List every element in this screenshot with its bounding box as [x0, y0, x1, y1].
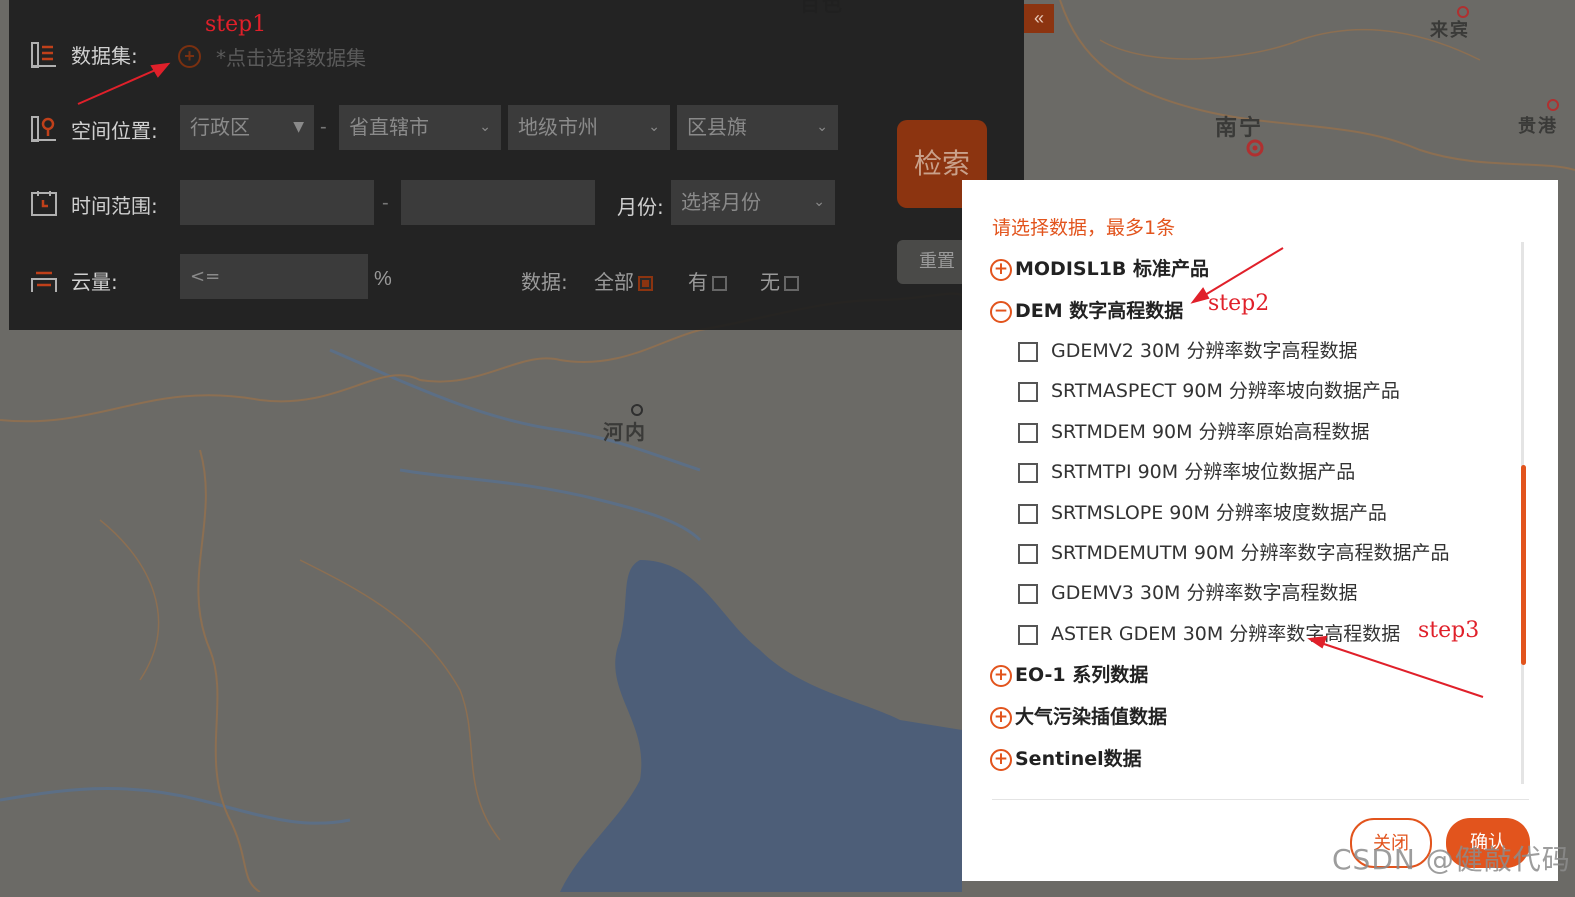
step3-arrowhead — [1307, 635, 1328, 649]
watermark: CSDN @健敲代码 — [1332, 843, 1571, 876]
step1-arrowhead — [150, 62, 171, 78]
step3-annotation: step3 — [1418, 618, 1480, 643]
step2-arrowhead — [1190, 287, 1210, 304]
step2-annotation: step2 — [1208, 291, 1270, 316]
step1-annotation: step1 — [205, 12, 267, 37]
step1-arrow — [77, 67, 161, 105]
step3-arrow — [1317, 641, 1484, 698]
annotation-arrows — [77, 62, 1484, 698]
